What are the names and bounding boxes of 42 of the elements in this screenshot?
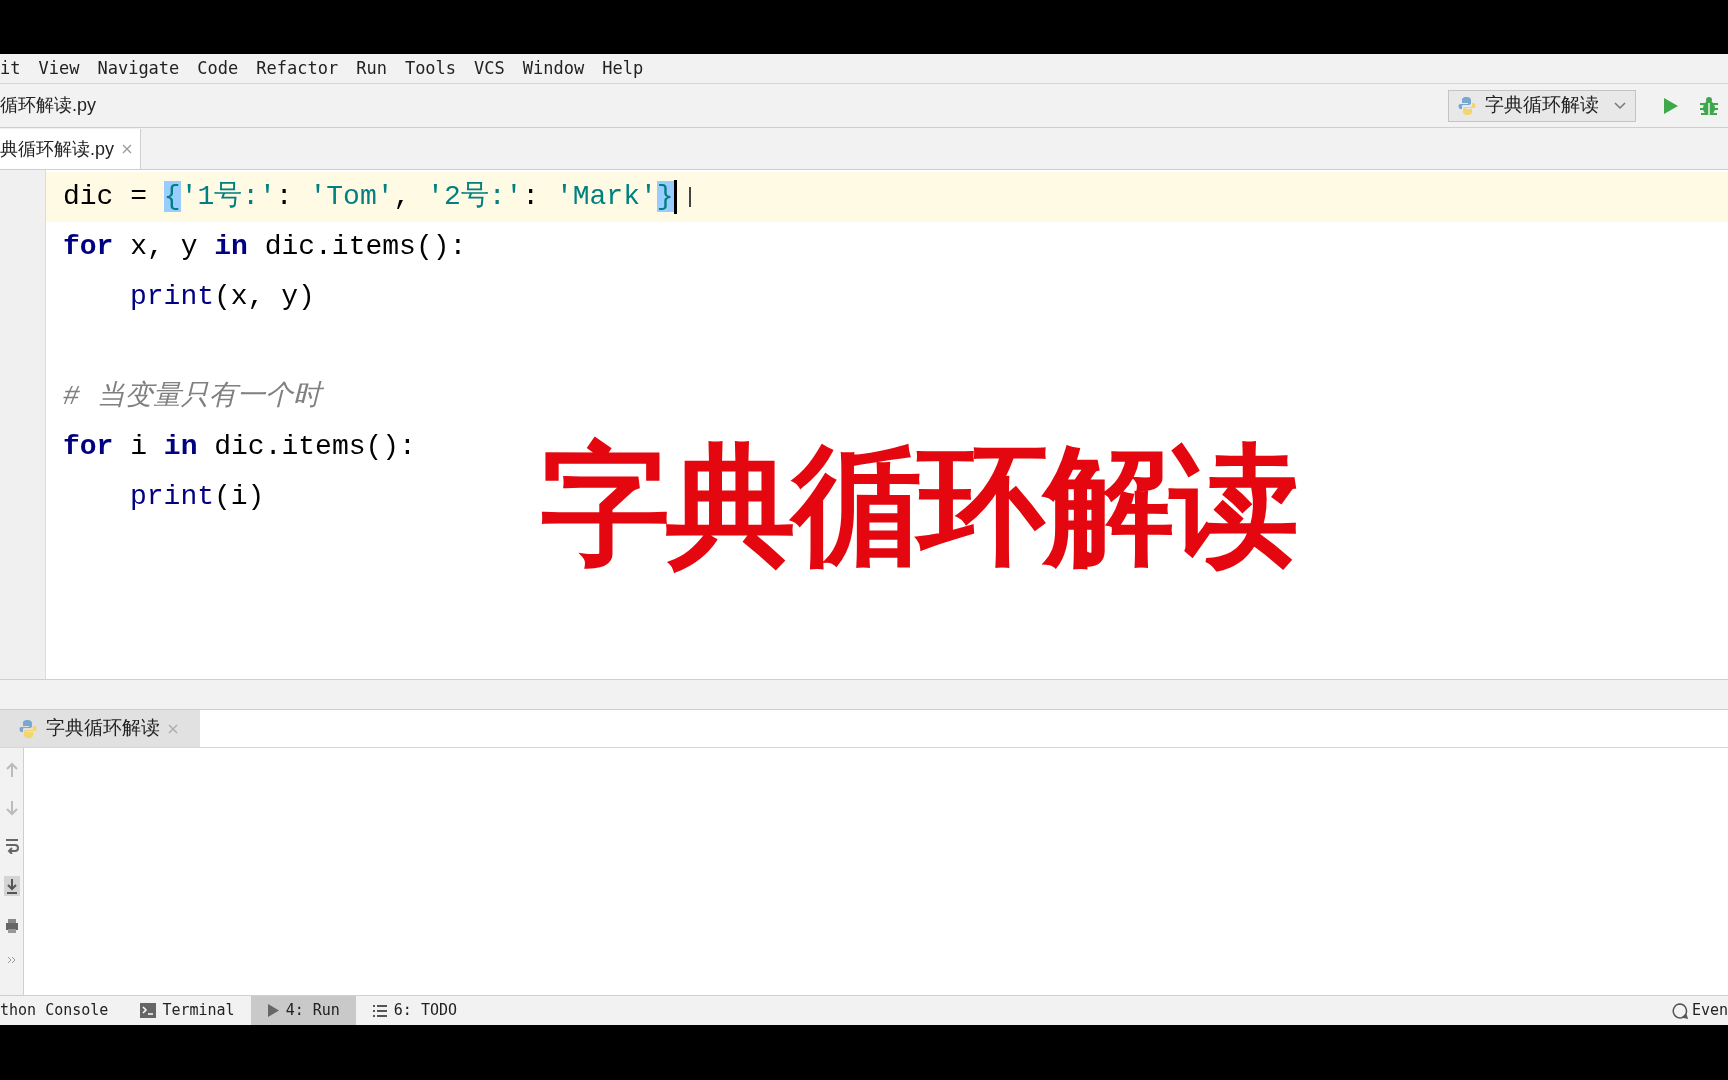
code-line: for x, y in dic.items():	[63, 230, 467, 264]
code-line: for i in dic.items():	[63, 430, 416, 464]
arrow-down-icon[interactable]	[5, 800, 18, 816]
play-icon	[266, 1003, 280, 1018]
menu-item[interactable]: Run	[356, 55, 387, 82]
chevron-more-icon[interactable]	[6, 956, 17, 964]
menu-item[interactable]: View	[38, 55, 80, 82]
run-config-dropdown[interactable]: 字典循环解读	[1448, 89, 1636, 122]
event-log-tab[interactable]: Even	[1671, 996, 1728, 1025]
print-icon[interactable]	[4, 918, 19, 934]
menu-item[interactable]: Help	[602, 55, 644, 82]
menu-item[interactable]: Window	[522, 55, 585, 82]
bug-icon[interactable]	[1698, 94, 1720, 117]
editor-tab[interactable]: 典循环解读.py	[0, 129, 141, 169]
code-line: print(i)	[130, 480, 265, 514]
python-logo-icon	[18, 718, 38, 739]
menu-item[interactable]: it	[0, 55, 21, 82]
scroll-to-end-icon[interactable]	[3, 876, 20, 896]
arrow-up-icon[interactable]	[5, 762, 18, 778]
chevron-down-icon	[1613, 100, 1627, 111]
soft-wrap-icon[interactable]	[4, 838, 19, 854]
menu-item[interactable]: VCS	[474, 55, 505, 82]
menu-item[interactable]: Tools	[404, 55, 457, 82]
tool-window-tab[interactable]: Terminal	[124, 996, 251, 1025]
code-line: dic = {'1号:': 'Tom', '2号:': 'Mark'}	[63, 180, 674, 214]
tool-window-tab[interactable]: 4: Run	[250, 996, 356, 1025]
menu-item[interactable]: Code	[197, 55, 239, 82]
run-icon[interactable]	[1662, 95, 1680, 116]
menu-item[interactable]: Refactor	[256, 55, 339, 82]
tool-window-tab[interactable]: thon Console	[0, 996, 125, 1025]
list-icon	[371, 1003, 388, 1018]
menu-item[interactable]: Navigate	[97, 55, 180, 82]
speech-bubble-icon	[1671, 1002, 1688, 1019]
code-line: print(x, y)	[130, 280, 315, 314]
breadcrumb-file[interactable]: 循环解读.py	[0, 92, 96, 119]
tool-window-tab[interactable]: 6: TODO	[355, 996, 474, 1025]
close-icon[interactable]	[168, 723, 178, 734]
terminal-icon	[140, 1003, 157, 1018]
text-cursor	[673, 180, 677, 214]
python-logo-icon	[1457, 95, 1477, 116]
run-tab[interactable]: 字典循环解读	[0, 710, 200, 747]
close-icon[interactable]	[122, 144, 132, 154]
